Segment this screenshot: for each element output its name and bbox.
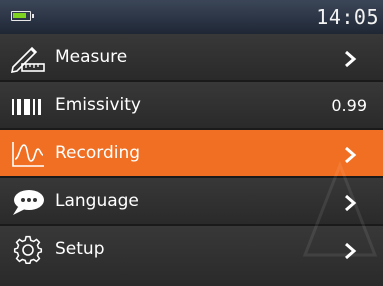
status-bar: 14:05	[0, 0, 383, 34]
menu-item-label: Measure	[55, 47, 128, 67]
menu-item-label: Setup	[55, 239, 105, 259]
ruler-pencil-icon	[10, 46, 45, 73]
chat-bubble-icon	[13, 190, 44, 215]
gear-icon	[13, 235, 43, 265]
clock: 14:05	[316, 5, 379, 29]
battery-icon	[11, 11, 34, 21]
menu-item-label: Language	[55, 191, 139, 211]
menu-item-label: Emissivity	[55, 95, 141, 115]
barcode-icon	[12, 99, 41, 115]
menu-item-emissivity[interactable]: Emissivity 0.99	[0, 82, 383, 130]
waveform-icon	[12, 142, 44, 167]
watermark-logo	[302, 160, 378, 257]
menu-item-measure[interactable]: Measure	[0, 34, 383, 82]
menu-item-label: Recording	[55, 143, 141, 163]
chevron-right-icon	[345, 50, 357, 68]
emissivity-value: 0.99	[331, 96, 367, 115]
